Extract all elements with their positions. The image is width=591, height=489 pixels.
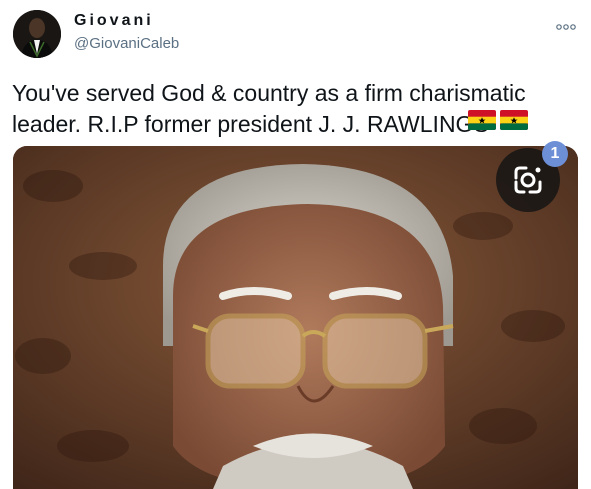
more-options-icon[interactable] <box>555 18 577 30</box>
notification-badge: 1 <box>542 141 568 167</box>
author-handle[interactable]: @GiovaniCaleb <box>74 35 179 52</box>
tweet-text: You've served God & country as a firm ch… <box>12 80 526 137</box>
ghana-flag-icon <box>500 110 528 130</box>
ghana-flag-icon <box>468 110 496 130</box>
avatar[interactable] <box>13 10 61 58</box>
author-display-name[interactable]: Giovani <box>74 12 154 30</box>
tweet: Giovani @GiovaniCaleb You've served God … <box>0 0 591 489</box>
ghana-flag-emoji-pair <box>468 110 529 130</box>
tweet-photo[interactable] <box>13 146 578 489</box>
